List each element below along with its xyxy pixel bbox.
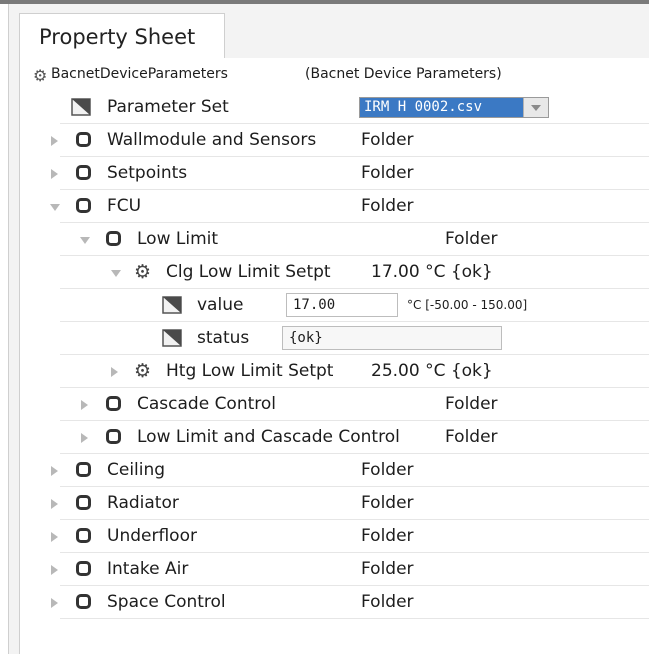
row-label: value (197, 295, 244, 315)
expand-arrow-icon[interactable] (81, 433, 88, 443)
root-name: BacnetDeviceParameters (51, 66, 228, 82)
row-value: 25.00 °C {ok} (371, 361, 493, 381)
tree-row-root[interactable]: ⚙ BacnetDeviceParameters (Bacnet Device … (20, 58, 649, 91)
property-slot-icon (162, 296, 182, 314)
row-label: Radiator (107, 493, 179, 513)
tree-row-status[interactable]: status {ok} (20, 322, 649, 355)
expand-arrow-icon[interactable] (51, 565, 58, 575)
expand-arrow-icon[interactable] (51, 466, 58, 476)
tree-row-parameter-set[interactable]: Parameter Set IRM H 0002.csv (20, 91, 649, 124)
tree-row-htg-low-limit-setpt[interactable]: ⚙ Htg Low Limit Setpt 25.00 °C {ok} (20, 355, 649, 388)
chevron-down-icon[interactable] (523, 98, 548, 117)
folder-icon (106, 429, 121, 444)
parameter-set-selected-value: IRM H 0002.csv (360, 98, 524, 117)
parameter-set-select[interactable]: IRM H 0002.csv (359, 97, 549, 118)
row-value: Folder (361, 592, 414, 612)
folder-icon (76, 495, 91, 510)
row-value: Folder (361, 493, 414, 513)
tree-row-low-limit-and-cascade[interactable]: Low Limit and Cascade Control Folder (20, 421, 649, 454)
row-label: status (197, 328, 250, 348)
tree-row-ceiling[interactable]: Ceiling Folder (20, 454, 649, 487)
row-label: Clg Low Limit Setpt (166, 262, 331, 282)
tree-row-value[interactable]: value 17.00 °C [-50.00 - 150.00] (20, 289, 649, 322)
property-slot-icon (162, 329, 182, 347)
folder-icon (76, 561, 91, 576)
tree-row-space-control[interactable]: Space Control Folder (20, 586, 649, 619)
row-label: Low Limit (137, 229, 219, 249)
row-label: Ceiling (107, 460, 166, 480)
tree-row-wallmodule[interactable]: Wallmodule and Sensors Folder (20, 124, 649, 157)
tree-row-fcu[interactable]: FCU Folder (20, 190, 649, 223)
folder-icon (76, 198, 91, 213)
row-value: Folder (445, 394, 498, 414)
row-label: Htg Low Limit Setpt (166, 361, 334, 381)
row-label: Space Control (107, 592, 226, 612)
folder-icon (106, 231, 121, 246)
tree-row-radiator[interactable]: Radiator Folder (20, 487, 649, 520)
expand-arrow-icon[interactable] (51, 532, 58, 542)
row-value: Folder (445, 427, 498, 447)
tree-row-low-limit[interactable]: Low Limit Folder (20, 223, 649, 256)
tree-row-clg-low-limit-setpt[interactable]: ⚙ Clg Low Limit Setpt 17.00 °C {ok} (20, 256, 649, 289)
folder-icon (106, 396, 121, 411)
gear-icon: ⚙ (134, 360, 152, 382)
collapse-arrow-icon[interactable] (80, 237, 90, 244)
row-value: Folder (361, 163, 414, 183)
property-sheet-panel: ⚙ BacnetDeviceParameters (Bacnet Device … (19, 58, 649, 654)
folder-icon (76, 132, 91, 147)
tab-label: Property Sheet (39, 25, 196, 49)
tree-row-underfloor[interactable]: Underfloor Folder (20, 520, 649, 553)
row-value: Folder (445, 229, 498, 249)
folder-icon (76, 165, 91, 180)
component-gears-icon: ⚙ (33, 66, 48, 85)
row-label: Wallmodule and Sensors (107, 130, 317, 150)
value-input[interactable]: 17.00 (286, 293, 398, 317)
tree-row-intake-air[interactable]: Intake Air Folder (20, 553, 649, 586)
property-slot-icon (71, 98, 91, 116)
row-label: FCU (107, 196, 142, 216)
row-value: Folder (361, 460, 414, 480)
parameter-set-label: Parameter Set (107, 97, 229, 117)
row-value: Folder (361, 130, 414, 150)
row-label: Underfloor (107, 526, 197, 546)
collapse-arrow-icon[interactable] (111, 270, 121, 277)
expand-arrow-icon[interactable] (111, 367, 118, 377)
row-value: Folder (361, 526, 414, 546)
row-value: Folder (361, 559, 414, 579)
folder-icon (76, 462, 91, 477)
collapse-arrow-icon[interactable] (50, 204, 60, 211)
status-field: {ok} (282, 326, 502, 350)
folder-icon (76, 594, 91, 609)
expand-arrow-icon[interactable] (51, 169, 58, 179)
row-label: Setpoints (107, 163, 188, 183)
tab-property-sheet[interactable]: Property Sheet (19, 13, 225, 59)
expand-arrow-icon[interactable] (51, 136, 58, 146)
root-type: (Bacnet Device Parameters) (305, 66, 502, 82)
expand-arrow-icon[interactable] (51, 499, 58, 509)
folder-icon (76, 528, 91, 543)
tree-row-cascade-control[interactable]: Cascade Control Folder (20, 388, 649, 421)
value-range: °C [-50.00 - 150.00] (407, 298, 528, 312)
row-label: Cascade Control (137, 394, 277, 414)
row-value: 17.00 °C {ok} (371, 262, 493, 282)
gear-icon: ⚙ (134, 261, 152, 283)
expand-arrow-icon[interactable] (51, 598, 58, 608)
row-value: Folder (361, 196, 414, 216)
row-label: Intake Air (107, 559, 189, 579)
row-label: Low Limit and Cascade Control (137, 427, 400, 447)
expand-arrow-icon[interactable] (81, 400, 88, 410)
tree-row-setpoints[interactable]: Setpoints Folder (20, 157, 649, 190)
